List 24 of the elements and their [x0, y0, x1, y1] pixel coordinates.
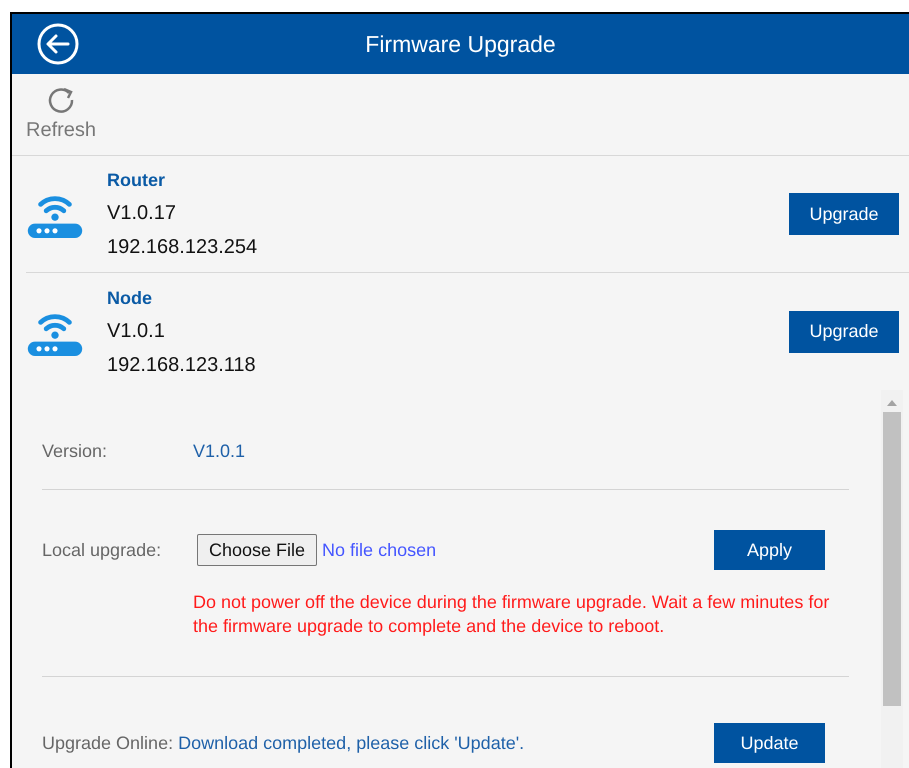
update-button[interactable]: Update	[714, 723, 825, 763]
device-version: V1.0.1	[107, 320, 166, 342]
file-status: No file chosen	[322, 538, 436, 562]
device-name: Node	[107, 288, 153, 308]
scrollbar[interactable]	[881, 390, 903, 768]
warning-message: Do not power off the device during the firmware upgrade. Wait a few minutes for the firmware upgrade to complete and the device to reboot.	[193, 591, 830, 638]
device-version: V1.0.17	[107, 202, 177, 224]
online-status: Download completed, please click 'Update'.	[178, 732, 524, 755]
local-upgrade-label: Local upgrade:	[42, 538, 162, 562]
device-name: Router	[107, 170, 166, 190]
device-ip: 192.168.123.118	[107, 354, 257, 376]
scrollbar-thumb[interactable]	[883, 412, 901, 706]
back-button[interactable]	[36, 22, 80, 66]
apply-button[interactable]: Apply	[714, 530, 825, 570]
version-label: Version:	[42, 440, 108, 463]
online-upgrade-label: Upgrade Online:	[42, 732, 174, 755]
upgrade-button[interactable]: Upgrade	[789, 193, 899, 235]
version-value: V1.0.1	[193, 440, 246, 463]
choose-file-button[interactable]: Choose File	[197, 534, 318, 566]
upgrade-button[interactable]: Upgrade	[789, 310, 899, 352]
refresh-button[interactable]: Refresh	[26, 84, 96, 144]
window-title: Firmware Upgrade	[365, 30, 556, 59]
scroll-up-icon	[887, 400, 897, 406]
device-ip: 192.168.123.254	[107, 236, 258, 258]
